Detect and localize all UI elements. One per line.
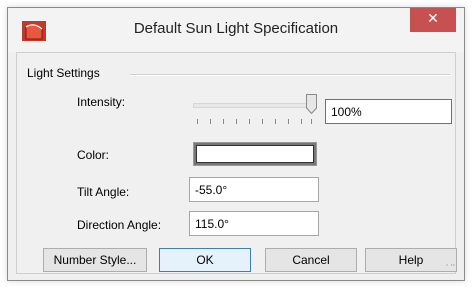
app-logo-icon bbox=[22, 21, 46, 41]
group-label-light-settings: Light Settings bbox=[27, 66, 100, 80]
ok-button[interactable]: OK bbox=[159, 248, 251, 272]
intensity-slider-thumb[interactable] bbox=[306, 94, 317, 114]
direction-angle-input[interactable]: 115.0° bbox=[189, 211, 319, 236]
cancel-button[interactable]: Cancel bbox=[265, 248, 357, 272]
title-bar[interactable]: Default Sun Light Specification ✕ bbox=[8, 8, 464, 52]
dialog-content: Light Settings Intensity: 100% Color: Ti… bbox=[16, 52, 457, 274]
group-divider bbox=[130, 74, 450, 76]
number-style-button[interactable]: Number Style... bbox=[43, 248, 147, 272]
direction-angle-label: Direction Angle: bbox=[77, 218, 162, 232]
intensity-slider-ticks bbox=[197, 119, 315, 125]
color-label: Color: bbox=[77, 148, 110, 162]
color-swatch-button[interactable] bbox=[193, 142, 317, 166]
color-swatch-fill bbox=[196, 145, 314, 163]
intensity-slider-track[interactable] bbox=[193, 103, 313, 108]
intensity-input[interactable]: 100% bbox=[325, 99, 452, 124]
dialog-window: Default Sun Light Specification ✕ Light … bbox=[7, 7, 465, 281]
tilt-angle-input[interactable]: -55.0° bbox=[189, 177, 319, 202]
close-button[interactable]: ✕ bbox=[410, 8, 456, 32]
resize-grip-icon[interactable]: ⠠⠤ bbox=[443, 260, 456, 271]
dialog-title: Default Sun Light Specification bbox=[133, 20, 339, 37]
intensity-label: Intensity: bbox=[77, 95, 126, 109]
tilt-angle-label: Tilt Angle: bbox=[77, 185, 130, 199]
